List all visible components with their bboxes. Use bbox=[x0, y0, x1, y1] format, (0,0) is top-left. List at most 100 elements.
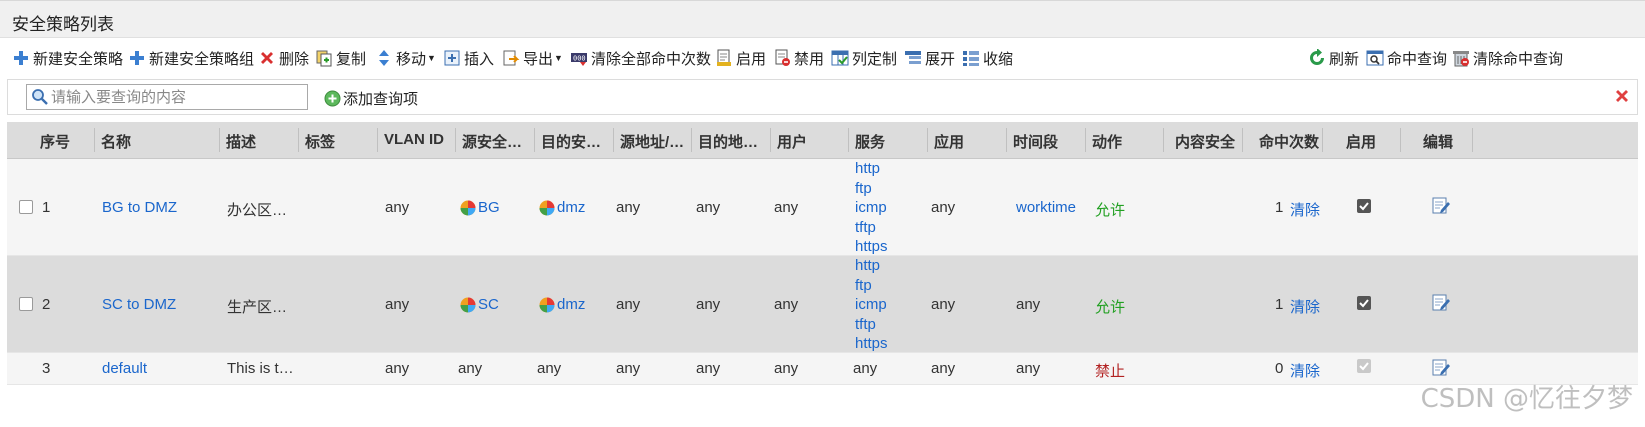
row-user: any bbox=[774, 199, 799, 216]
column-divider[interactable] bbox=[613, 128, 614, 152]
search-input[interactable] bbox=[51, 87, 301, 107]
src-zone-link[interactable]: SC bbox=[460, 296, 499, 313]
column-divider[interactable] bbox=[927, 128, 928, 152]
edit-icon bbox=[1432, 294, 1450, 311]
query-icon bbox=[1366, 49, 1384, 67]
clear-hits-link[interactable]: 清除 bbox=[1290, 360, 1320, 381]
hit-query-button[interactable]: 命中查询 bbox=[1366, 48, 1447, 68]
service-link[interactable]: ftp bbox=[855, 276, 888, 296]
dst-zone-link[interactable]: dmz bbox=[539, 199, 585, 216]
search-field[interactable] bbox=[26, 84, 308, 110]
col-header-dst-addr[interactable]: 目的地… bbox=[698, 131, 758, 152]
col-header-dst-zone[interactable]: 目的安… bbox=[541, 131, 601, 152]
clear-hit-query-button[interactable]: 清除命中查询 bbox=[1452, 48, 1563, 68]
delete-button[interactable]: 删除 bbox=[258, 48, 309, 68]
col-header-vlan[interactable]: VLAN ID bbox=[384, 131, 444, 148]
service-link[interactable]: http bbox=[855, 159, 888, 179]
col-header-app[interactable]: 应用 bbox=[934, 131, 964, 152]
column-divider[interactable] bbox=[1085, 128, 1086, 152]
service-link[interactable]: http bbox=[855, 256, 888, 276]
move-dropdown[interactable]: 移动 ▼ bbox=[375, 48, 436, 68]
row-dst-zone: any bbox=[537, 360, 562, 377]
col-header-hits[interactable]: 命中次数 bbox=[1259, 131, 1319, 152]
policy-name-link[interactable]: default bbox=[102, 360, 147, 377]
col-header-src-zone[interactable]: 源安全… bbox=[462, 131, 522, 152]
add-query-button[interactable]: 添加查询项 bbox=[324, 88, 418, 109]
export-dropdown[interactable]: 导出 ▼ bbox=[502, 48, 563, 68]
service-link[interactable]: icmp bbox=[855, 198, 888, 218]
dst-zone-link[interactable]: dmz bbox=[539, 296, 585, 313]
col-header-edit[interactable]: 编辑 bbox=[1423, 131, 1453, 152]
expand-button[interactable]: 展开 bbox=[904, 48, 955, 68]
col-header-enabled[interactable]: 启用 bbox=[1346, 131, 1376, 152]
col-header-user[interactable]: 用户 bbox=[777, 131, 807, 152]
column-divider[interactable] bbox=[691, 128, 692, 152]
column-divider[interactable] bbox=[298, 128, 299, 152]
src-zone-link[interactable]: BG bbox=[460, 199, 500, 216]
enable-button[interactable]: 启用 bbox=[715, 48, 766, 68]
new-policy-button[interactable]: 新建安全策略 bbox=[12, 48, 123, 68]
edit-button[interactable] bbox=[1431, 292, 1451, 316]
insert-button[interactable]: 插入 bbox=[443, 48, 494, 68]
close-search-button[interactable] bbox=[1613, 87, 1631, 109]
enabled-checkbox[interactable] bbox=[1357, 199, 1371, 213]
clear-hits-link[interactable]: 清除 bbox=[1290, 296, 1320, 317]
row-no: 2 bbox=[42, 296, 51, 313]
copy-icon bbox=[315, 49, 333, 67]
column-divider[interactable] bbox=[1242, 128, 1243, 152]
service-link[interactable]: https bbox=[855, 237, 888, 257]
row-select-checkbox[interactable] bbox=[19, 200, 33, 214]
schedule-link[interactable]: worktime bbox=[1016, 199, 1076, 216]
col-header-src-addr[interactable]: 源地址/… bbox=[620, 131, 684, 152]
column-divider[interactable] bbox=[1322, 128, 1323, 152]
col-header-schedule[interactable]: 时间段 bbox=[1013, 131, 1058, 152]
col-header-no[interactable]: 序号 bbox=[40, 131, 70, 152]
edit-icon bbox=[1432, 359, 1450, 376]
col-header-tag[interactable]: 标签 bbox=[305, 131, 335, 152]
column-customize-button[interactable]: 列定制 bbox=[831, 48, 897, 68]
column-divider[interactable] bbox=[94, 128, 95, 152]
row-select-checkbox[interactable] bbox=[19, 297, 33, 311]
toolbar: 新建安全策略 新建安全策略组 删除 复制 移动 ▼ 插入 导出 ▼ 000 清除… bbox=[0, 38, 1645, 78]
column-divider[interactable] bbox=[377, 128, 378, 152]
service-link[interactable]: ftp bbox=[855, 179, 888, 199]
new-policy-group-button[interactable]: 新建安全策略组 bbox=[128, 48, 254, 68]
policy-name-link[interactable]: BG to DMZ bbox=[102, 199, 177, 216]
column-divider[interactable] bbox=[1163, 128, 1164, 152]
column-divider[interactable] bbox=[848, 128, 849, 152]
service-link[interactable]: icmp bbox=[855, 295, 888, 315]
column-divider[interactable] bbox=[219, 128, 220, 152]
table-row[interactable]: 1 BG to DMZ 办公区… any BG dmz any any any … bbox=[7, 159, 1638, 256]
column-divider[interactable] bbox=[534, 128, 535, 152]
policy-name-link[interactable]: SC to DMZ bbox=[102, 296, 176, 313]
column-divider[interactable] bbox=[455, 128, 456, 152]
column-divider[interactable] bbox=[1472, 128, 1473, 152]
column-divider[interactable] bbox=[1400, 128, 1401, 152]
refresh-icon bbox=[1308, 49, 1326, 67]
service-link[interactable]: tftp bbox=[855, 315, 888, 335]
move-label: 移动 bbox=[396, 50, 427, 68]
row-desc: 办公区… bbox=[227, 202, 288, 219]
clear-all-hits-button[interactable]: 000 清除全部命中次数 bbox=[570, 48, 711, 68]
table-row[interactable]: 3 default This is t… any any any any any… bbox=[7, 353, 1638, 385]
col-header-desc[interactable]: 描述 bbox=[226, 131, 256, 152]
enabled-checkbox[interactable] bbox=[1357, 296, 1371, 310]
close-icon bbox=[1613, 90, 1631, 109]
collapse-button[interactable]: 收缩 bbox=[962, 48, 1013, 68]
service-link[interactable]: tftp bbox=[855, 218, 888, 238]
refresh-button[interactable]: 刷新 bbox=[1308, 48, 1359, 68]
new-policy-group-label: 新建安全策略组 bbox=[149, 50, 255, 68]
table-row[interactable]: 2 SC to DMZ 生产区… any SC dmz any any any … bbox=[7, 256, 1638, 353]
col-header-action[interactable]: 动作 bbox=[1092, 131, 1122, 152]
col-header-name[interactable]: 名称 bbox=[101, 131, 131, 152]
col-header-content-security[interactable]: 内容安全 bbox=[1175, 131, 1235, 152]
disable-button[interactable]: 禁用 bbox=[773, 48, 824, 68]
column-divider[interactable] bbox=[1006, 128, 1007, 152]
column-divider[interactable] bbox=[770, 128, 771, 152]
copy-button[interactable]: 复制 bbox=[315, 48, 366, 68]
col-header-service[interactable]: 服务 bbox=[855, 131, 885, 152]
service-link[interactable]: https bbox=[855, 334, 888, 354]
hit-count: 1 bbox=[1275, 199, 1284, 216]
edit-button[interactable] bbox=[1431, 195, 1451, 219]
clear-hits-link[interactable]: 清除 bbox=[1290, 199, 1320, 220]
